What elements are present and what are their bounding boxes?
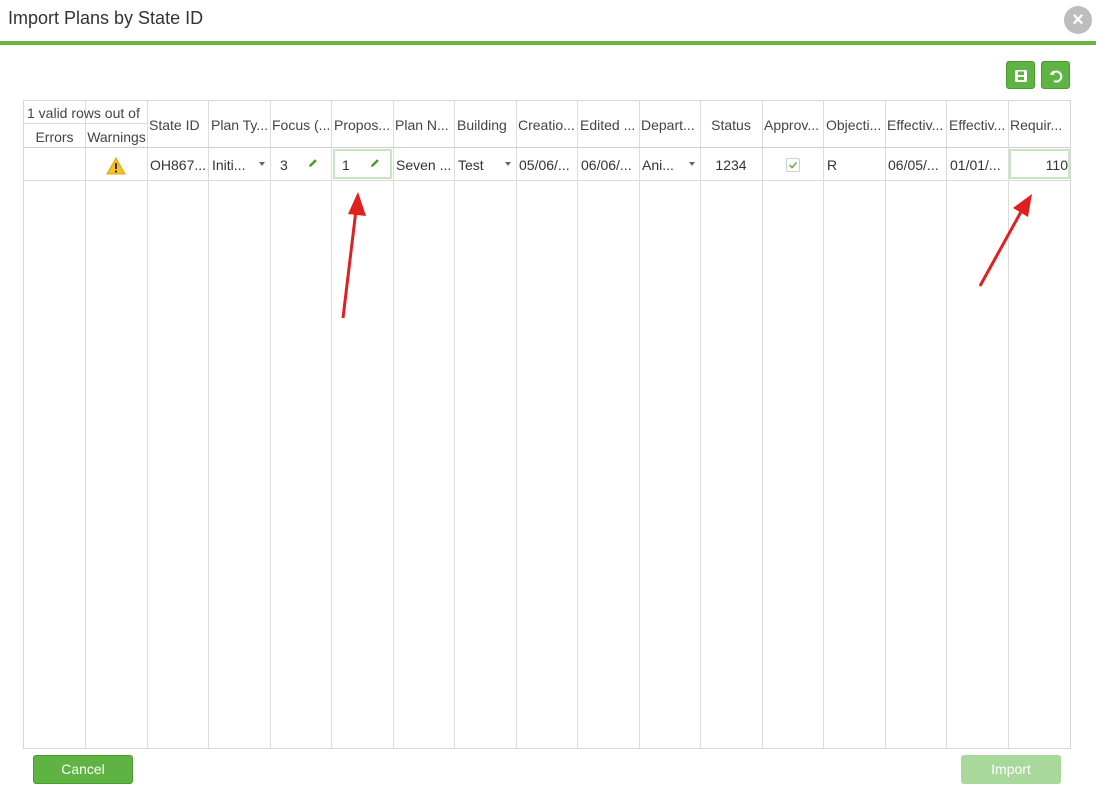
group-header-divider bbox=[24, 123, 147, 124]
cell-status[interactable]: 1234 bbox=[702, 157, 760, 173]
column-divider bbox=[577, 101, 578, 748]
column-header-errors[interactable]: Errors bbox=[24, 129, 85, 145]
column-divider bbox=[147, 101, 148, 748]
group-header: 1 valid rows out of bbox=[27, 105, 140, 121]
column-divider bbox=[516, 101, 517, 748]
cell-focus[interactable]: 3 bbox=[280, 157, 300, 173]
cell-objective[interactable]: R bbox=[827, 157, 883, 173]
undo-icon bbox=[1049, 70, 1063, 83]
cancel-button[interactable]: Cancel bbox=[33, 755, 133, 784]
chevron-down-icon[interactable] bbox=[505, 162, 511, 166]
close-button[interactable]: × bbox=[1064, 6, 1092, 34]
column-header-state-id[interactable]: State ID bbox=[149, 117, 206, 133]
column-header-effective-start[interactable]: Effectiv... bbox=[887, 117, 944, 133]
column-divider bbox=[393, 101, 394, 748]
dialog-title: Import Plans by State ID bbox=[8, 8, 204, 28]
cell-building[interactable]: Test bbox=[458, 157, 498, 173]
undo-button[interactable] bbox=[1041, 61, 1070, 89]
row-divider bbox=[24, 180, 1070, 181]
column-divider bbox=[823, 101, 824, 748]
column-divider bbox=[946, 101, 947, 748]
pencil-icon[interactable] bbox=[369, 157, 381, 169]
column-divider bbox=[270, 101, 271, 748]
column-divider bbox=[639, 101, 640, 748]
header-divider bbox=[24, 147, 1070, 148]
save-button[interactable] bbox=[1006, 61, 1035, 89]
cell-effective-start[interactable]: 06/05/... bbox=[888, 157, 944, 173]
cell-required[interactable]: 110 bbox=[1012, 157, 1068, 173]
column-header-proposed[interactable]: Propos... bbox=[334, 117, 391, 133]
column-header-status[interactable]: Status bbox=[702, 117, 760, 133]
chevron-down-icon[interactable] bbox=[259, 162, 265, 166]
column-header-approved[interactable]: Approv... bbox=[764, 117, 821, 133]
column-divider bbox=[885, 101, 886, 748]
column-header-objective[interactable]: Objecti... bbox=[826, 117, 883, 133]
title-divider bbox=[0, 41, 1096, 45]
column-header-effective-end[interactable]: Effectiv... bbox=[949, 117, 1006, 133]
cell-edited[interactable]: 06/06/... bbox=[581, 157, 637, 173]
cell-department[interactable]: Ani... bbox=[642, 157, 678, 173]
dialog-titlebar: Import Plans by State ID × bbox=[0, 0, 1096, 42]
cell-state-id[interactable]: OH867... bbox=[150, 157, 206, 173]
column-divider bbox=[331, 101, 332, 748]
column-header-building[interactable]: Building bbox=[457, 117, 514, 133]
column-divider bbox=[85, 101, 86, 748]
column-header-department[interactable]: Depart... bbox=[641, 117, 698, 133]
column-header-edited[interactable]: Edited ... bbox=[580, 117, 637, 133]
column-header-focus[interactable]: Focus (... bbox=[272, 117, 329, 133]
save-icon bbox=[1015, 70, 1027, 82]
pencil-icon[interactable] bbox=[307, 157, 319, 169]
warning-icon bbox=[106, 157, 126, 175]
column-divider bbox=[208, 101, 209, 748]
checkmark-icon bbox=[788, 161, 798, 169]
cell-creation[interactable]: 05/06/... bbox=[519, 157, 575, 173]
import-button[interactable]: Import bbox=[961, 755, 1061, 784]
column-divider bbox=[1008, 101, 1009, 748]
cell-effective-end[interactable]: 01/01/... bbox=[950, 157, 1006, 173]
import-grid: 1 valid rows out of Errors Warnings Stat… bbox=[23, 100, 1071, 749]
cell-plan-type[interactable]: Initi... bbox=[212, 157, 248, 173]
column-header-warnings[interactable]: Warnings bbox=[86, 129, 147, 145]
cell-proposed[interactable]: 1 bbox=[342, 157, 362, 173]
column-header-plan-name[interactable]: Plan N... bbox=[395, 117, 452, 133]
column-divider bbox=[762, 101, 763, 748]
close-icon: × bbox=[1072, 9, 1084, 31]
cell-plan-name[interactable]: Seven ... bbox=[396, 157, 452, 173]
approved-checkbox[interactable] bbox=[786, 158, 800, 172]
column-divider bbox=[454, 101, 455, 748]
column-header-creation[interactable]: Creatio... bbox=[518, 117, 575, 133]
column-header-required[interactable]: Requir... bbox=[1010, 117, 1067, 133]
column-divider bbox=[700, 101, 701, 748]
chevron-down-icon[interactable] bbox=[689, 162, 695, 166]
column-header-plan-type[interactable]: Plan Ty... bbox=[211, 117, 268, 133]
